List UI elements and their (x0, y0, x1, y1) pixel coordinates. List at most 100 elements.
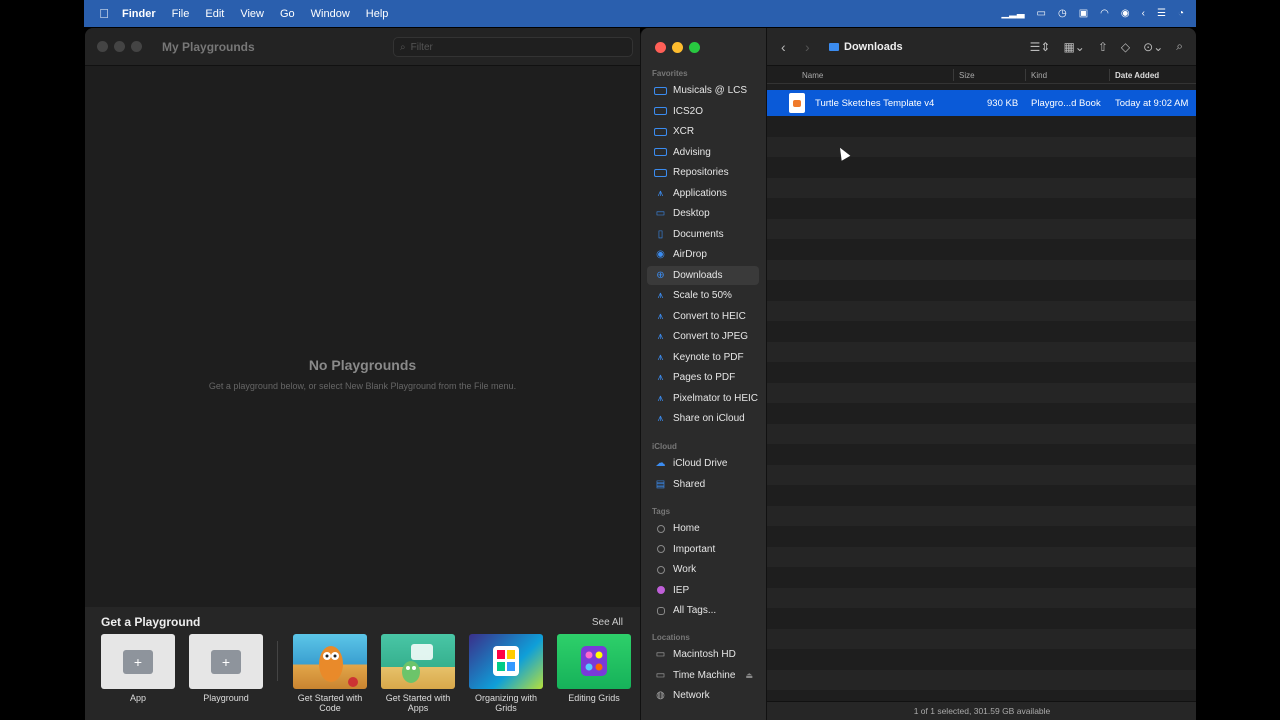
back-icon[interactable]: ‹ (781, 39, 795, 55)
menu-bar:  Finder File Edit View Go Window Help ▁… (84, 0, 1196, 27)
empty-subtitle: Get a playground below, or select New Bl… (208, 381, 517, 391)
folder-icon (654, 148, 667, 156)
sidebar-item-share-icloud[interactable]: ⩚ Share on iCloud (647, 409, 759, 428)
control-center-icon[interactable]: ☰ (1157, 8, 1166, 19)
shared-folder-icon: ▤ (655, 478, 666, 490)
group-icon[interactable]: ▦⌄ (1063, 40, 1084, 54)
zoom-button[interactable] (689, 42, 700, 53)
sidebar-tag-important[interactable]: Important (647, 540, 759, 559)
desktop-icon: ▭ (655, 208, 666, 219)
playgrounds-window: My Playgrounds ⌕ Filter No Playgrounds G… (85, 28, 640, 720)
filter-placeholder: Filter (410, 41, 433, 53)
clock-icon[interactable]: ◔ (1178, 8, 1184, 19)
activity-monitor-icon[interactable]: ▁▂▃ (1001, 8, 1024, 19)
search-icon[interactable]: ⌕ (1176, 39, 1183, 54)
empty-row (767, 403, 1196, 424)
list-view-icon[interactable]: ☰⇕ (1030, 40, 1051, 54)
zoom-button[interactable] (131, 41, 142, 52)
menu-help[interactable]: Help (366, 8, 389, 20)
section-tags: Tags (652, 507, 671, 516)
sidebar-item-musicals[interactable]: Musicals @ LCS (647, 81, 759, 100)
sidebar-item-repositories[interactable]: Repositories (647, 163, 759, 182)
card-get-started-apps[interactable]: Get Started with Apps (381, 634, 455, 713)
screen-record-icon[interactable]: ◉ (1121, 8, 1130, 19)
chevron-left-icon[interactable]: ‹ (1142, 8, 1145, 19)
sidebar-item-keynote-pdf[interactable]: ⩚ Keynote to PDF (647, 348, 759, 367)
sidebar-item-applications[interactable]: ⩚ Applications (647, 184, 759, 203)
filter-input[interactable]: ⌕ Filter (393, 37, 633, 57)
sidebar-item-network[interactable]: ◍ Network (647, 686, 759, 705)
sidebar-item-scale[interactable]: ⩚ Scale to 50% (647, 286, 759, 305)
sidebar-item-ics2o[interactable]: ICS2O (647, 102, 759, 121)
card-get-started-code[interactable]: Get Started with Code (293, 634, 367, 713)
table-row[interactable]: Turtle Sketches Template v4 930 KB Playg… (767, 90, 1196, 116)
folder-icon (654, 86, 667, 95)
sidebar-tag-all[interactable]: All Tags... (647, 601, 759, 620)
sidebar-item-label: Macintosh HD (673, 649, 736, 660)
finder-toolbar: ‹ › Downloads ☰⇕ ▦⌄ ⇧ ◇ ⊙⌄ ⌕ (767, 28, 1196, 66)
card-playground[interactable]: + Playground (189, 634, 263, 703)
sidebar-item-pages-pdf[interactable]: ⩚ Pages to PDF (647, 368, 759, 387)
column-name[interactable]: Name (802, 71, 823, 80)
sidebar-tag-iep[interactable]: IEP (647, 581, 759, 600)
plus-icon: + (211, 649, 241, 674)
menu-file[interactable]: File (172, 8, 190, 20)
empty-row (767, 464, 1196, 485)
menu-edit[interactable]: Edit (205, 8, 224, 20)
minimize-button[interactable] (114, 41, 125, 52)
column-size[interactable]: Size (959, 71, 975, 80)
column-date-added[interactable]: Date Added (1115, 71, 1159, 80)
time-machine-icon[interactable]: ◷ (1058, 8, 1067, 19)
share-icon[interactable]: ⇧ (1098, 40, 1108, 54)
sidebar-tag-work[interactable]: Work (647, 560, 759, 579)
forward-icon[interactable]: › (805, 39, 819, 55)
eject-icon[interactable]: ⏏ (745, 671, 753, 680)
battery-charging-icon[interactable]: ▭ (1037, 8, 1046, 19)
column-kind[interactable]: Kind (1031, 71, 1047, 80)
sidebar-item-documents[interactable]: ▯ Documents (647, 225, 759, 244)
menu-finder[interactable]: Finder (122, 8, 156, 20)
menu-window[interactable]: Window (311, 8, 350, 20)
sidebar-item-advising[interactable]: Advising (647, 143, 759, 162)
more-icon[interactable]: ⊙⌄ (1143, 40, 1163, 54)
sidebar-item-pixelmator-heic[interactable]: ⩚ Pixelmator to HEIC (647, 389, 759, 408)
sidebar-item-airdrop[interactable]: ◉ AirDrop (647, 245, 759, 264)
sidebar-item-label: Applications (673, 187, 727, 199)
menu-view[interactable]: View (240, 8, 264, 20)
sidebar-item-label: Repositories (673, 167, 729, 178)
close-button[interactable] (655, 42, 666, 53)
wifi-icon[interactable]: ◠ (1100, 8, 1109, 19)
sidebar-item-macintosh-hd[interactable]: ▭ Macintosh HD (647, 645, 759, 664)
sidebar-item-downloads[interactable]: ⊕ Downloads (647, 265, 759, 285)
calendar-icon[interactable]: ▣ (1079, 8, 1088, 19)
sidebar-item-icloud-drive[interactable]: ☁ iCloud Drive (647, 454, 759, 473)
sidebar-item-desktop[interactable]: ▭ Desktop (647, 204, 759, 223)
empty-row (767, 669, 1196, 690)
card-editing-grids[interactable]: Editing Grids (557, 634, 631, 703)
sidebar-item-label: Keynote to PDF (673, 351, 744, 363)
divider (277, 641, 278, 681)
tag-icon[interactable]: ◇ (1121, 40, 1130, 54)
empty-row (767, 382, 1196, 403)
tags-icon (657, 606, 665, 615)
empty-row (767, 423, 1196, 444)
empty-title: No Playgrounds (308, 357, 417, 373)
sidebar-item-label: Home (673, 523, 700, 534)
apple-menu-icon[interactable]:  (96, 6, 112, 21)
see-all-button[interactable]: See All (592, 617, 623, 628)
close-button[interactable] (97, 41, 108, 52)
empty-row (767, 321, 1196, 342)
shortcut-icon: ⩚ (657, 392, 664, 404)
sidebar-item-label: Documents (673, 228, 724, 240)
sidebar-item-convert-heic[interactable]: ⩚ Convert to HEIC (647, 307, 759, 326)
card-app[interactable]: + App (101, 634, 175, 703)
menu-go[interactable]: Go (280, 8, 295, 20)
sidebar-item-time-machine[interactable]: ▭ Time Machine ⏏ (647, 666, 759, 685)
sidebar-item-xcr[interactable]: XCR (647, 122, 759, 141)
card-organizing-grids[interactable]: Organizing with Grids (469, 634, 543, 713)
file-size: 930 KB (987, 98, 1019, 109)
sidebar-item-convert-jpeg[interactable]: ⩚ Convert to JPEG (647, 327, 759, 346)
minimize-button[interactable] (672, 42, 683, 53)
sidebar-item-shared[interactable]: ▤ Shared (647, 475, 759, 494)
sidebar-tag-home[interactable]: Home (647, 519, 759, 538)
